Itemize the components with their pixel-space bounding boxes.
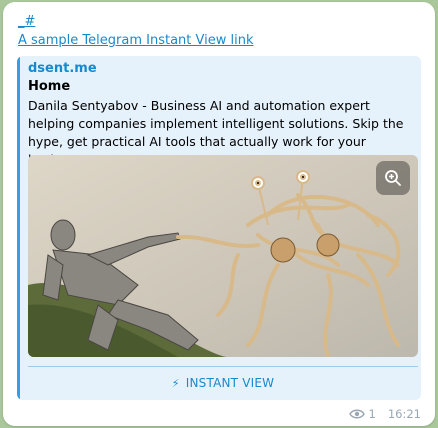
message-link[interactable]: _# [18,14,35,29]
message-meta: 1 16:21 [348,407,421,421]
preview-divider [28,366,418,367]
preview-accent-bar [17,56,20,400]
message-bubble: _# A sample Telegram Instant View link d… [3,2,435,426]
message-time: 16:21 [387,407,421,421]
preview-site-name: dsent.me [28,61,97,76]
instant-view-label: INSTANT VIEW [185,376,275,390]
eye-icon [348,409,365,419]
preview-image[interactable] [28,155,418,357]
link-preview-card[interactable]: dsent.me Home Danila Sentyabov - Busines… [17,56,421,400]
zoom-button[interactable] [376,161,410,195]
instant-view-button[interactable]: ⚡ INSTANT VIEW [28,368,418,398]
view-count: 1 [368,407,376,421]
message-subtitle-link[interactable]: A sample Telegram Instant View link [18,33,253,48]
lightning-icon: ⚡ [171,376,180,390]
zoom-in-icon [385,170,401,186]
preview-title: Home [28,79,71,94]
creation-parody-illustration [28,155,418,357]
